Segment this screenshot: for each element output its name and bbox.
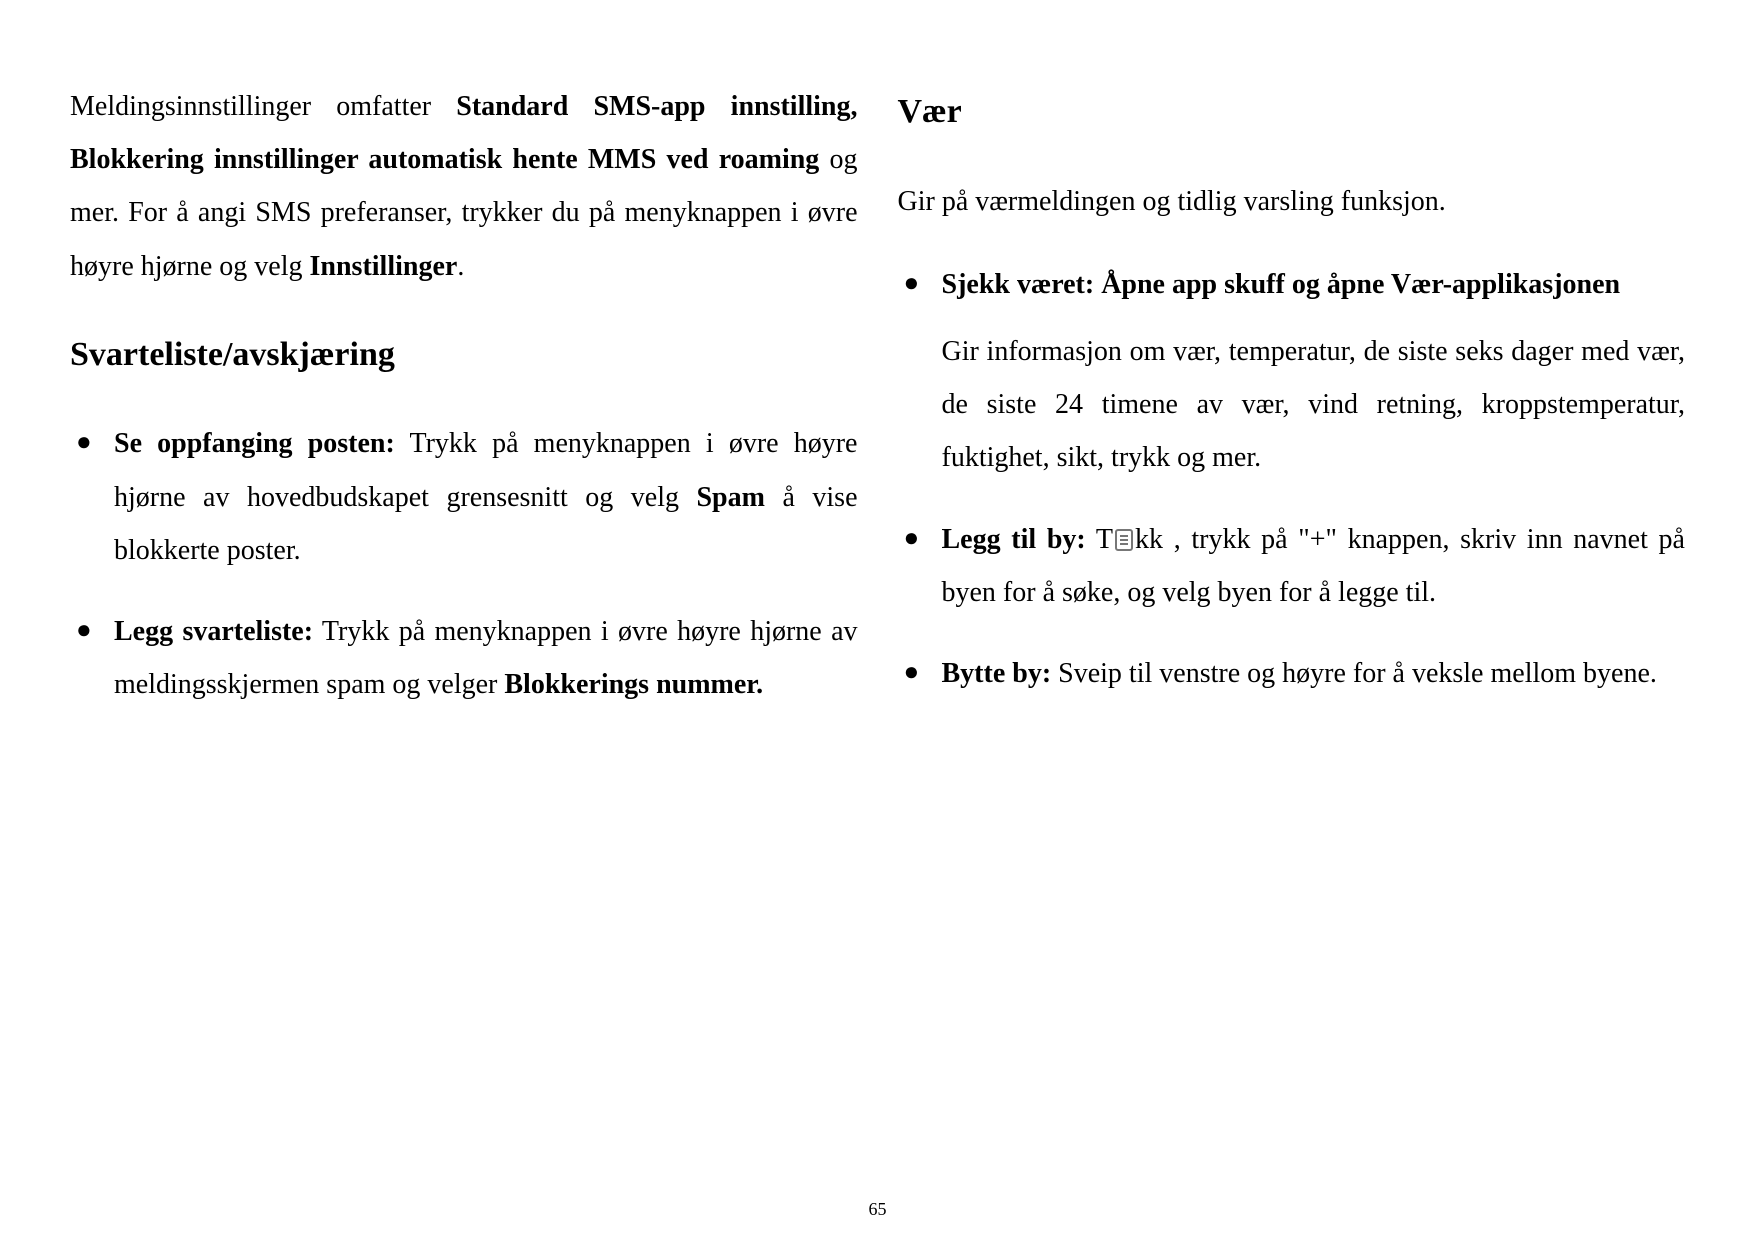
item-inline-bold: Blokkerings nummer.: [504, 669, 763, 700]
building-icon: [1115, 529, 1133, 551]
blacklist-list: Se oppfanging posten: Trykk på menyknapp…: [70, 417, 858, 711]
item-text-mid: kk: [1135, 524, 1174, 555]
intro-bold-2: Innstillinger: [310, 251, 458, 282]
list-item: Legg svarteliste: Trykk på menyknappen i…: [70, 605, 858, 711]
item-title: Legg svarteliste:: [114, 616, 313, 647]
item-title: Se oppfanging posten:: [114, 428, 395, 459]
item-inline-bold: Spam: [696, 482, 764, 513]
document-page: Meldingsinnstillinger omfatter Standard …: [0, 0, 1755, 1240]
list-item: Sjekk været: Åpne app skuff og åpne Vær-…: [898, 258, 1686, 485]
list-item: Bytte by: Sveip til venstre og høyre for…: [898, 647, 1686, 700]
section-heading-blacklist: Svarteliste/avskjæring: [70, 323, 858, 388]
item-title: Bytte by:: [942, 658, 1052, 689]
section-heading-weather: Vær: [898, 80, 1686, 145]
right-column: Vær Gir på værmeldingen og tidlig varsli…: [898, 80, 1686, 1200]
item-title: Legg til by:: [942, 524, 1086, 555]
list-item: Legg til by: Tkk , trykk på "+" knappen,…: [898, 513, 1686, 619]
item-text-pre: T: [1086, 524, 1113, 555]
item-title: Sjekk været: Åpne app skuff og åpne Vær-…: [942, 269, 1621, 300]
intro-post-2: .: [457, 251, 464, 282]
intro-paragraph: Meldingsinnstillinger omfatter Standard …: [70, 80, 858, 293]
weather-intro: Gir på værmeldingen og tidlig varsling f…: [898, 175, 1686, 228]
two-column-layout: Meldingsinnstillinger omfatter Standard …: [70, 80, 1685, 1200]
left-column: Meldingsinnstillinger omfatter Standard …: [70, 80, 858, 1200]
item-subparagraph: Gir informasjon om vær, temperatur, de s…: [942, 325, 1686, 485]
weather-list: Sjekk været: Åpne app skuff og åpne Vær-…: [898, 258, 1686, 700]
item-text: Sveip til venstre og høyre for å veksle …: [1051, 658, 1657, 689]
list-item: Se oppfanging posten: Trykk på menyknapp…: [70, 417, 858, 577]
page-number: 65: [0, 1199, 1755, 1220]
intro-pre: Meldingsinnstillinger omfatter: [70, 91, 456, 122]
